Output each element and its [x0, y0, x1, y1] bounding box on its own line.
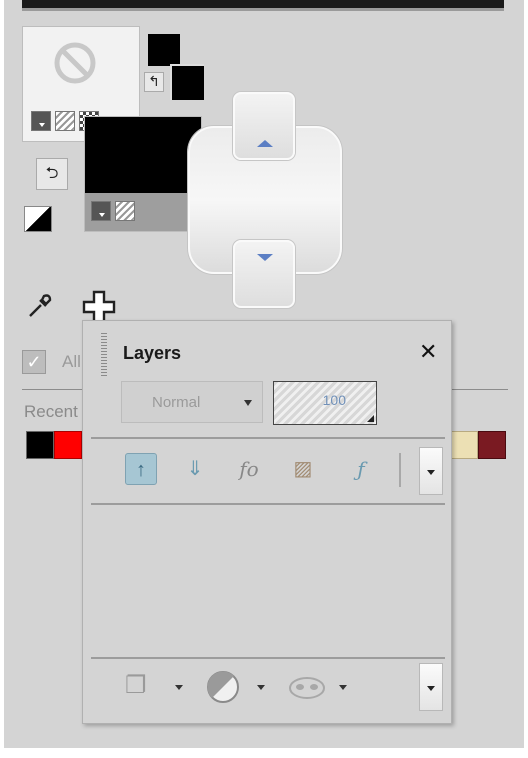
adjustment-layer-icon[interactable] [205, 669, 241, 705]
layers-list[interactable] [91, 507, 445, 653]
new-layer-dropdown-arrow[interactable] [175, 685, 183, 690]
top-border [22, 0, 504, 8]
bg-color-mode-button[interactable] [91, 201, 111, 221]
chevron-down-icon [244, 400, 252, 406]
resize-corner-icon [367, 415, 374, 422]
arrow-up-icon [257, 140, 273, 147]
blend-mode-value: Normal [152, 394, 201, 411]
mask-icon[interactable] [287, 675, 327, 701]
arrow-down-icon [257, 254, 273, 261]
mask-dropdown-arrow[interactable] [339, 685, 347, 690]
blend-mode-select[interactable]: Normal [121, 381, 263, 423]
background-material-swatch[interactable] [84, 116, 202, 232]
new-layer-icon[interactable]: ❐ [125, 671, 147, 700]
bg-gradient-mode-button[interactable] [115, 201, 135, 221]
toolbar-divider [399, 453, 401, 487]
fx-layer-icon[interactable]: ƒ [345, 453, 377, 485]
layer-toolbar-dropdown[interactable] [419, 447, 443, 495]
recent-colors-label: Recent [24, 402, 78, 421]
swap-materials-icon[interactable]: ⮌ [36, 158, 68, 190]
all-tools-checkbox[interactable]: ✓ [22, 350, 46, 374]
materials-separator [448, 389, 508, 390]
panel-grip-handle[interactable] [101, 333, 107, 377]
recent-color-swatch[interactable] [450, 431, 478, 459]
color-mode-button[interactable] [31, 111, 51, 131]
fx-icon[interactable]: fo [233, 453, 265, 485]
background-mode-buttons [91, 201, 135, 221]
recent-color-swatch[interactable] [54, 431, 82, 459]
background-color-small[interactable] [170, 64, 204, 100]
adjustment-layer-dropdown-arrow[interactable] [257, 685, 265, 690]
footer-dropdown[interactable] [419, 663, 443, 711]
dropper-icon[interactable] [26, 292, 54, 320]
layer-down-icon[interactable]: ⇓ [179, 453, 211, 485]
toolbar-separator [91, 437, 445, 439]
layers-panel: Layers ✕ Normal 100 ↑ ⇓ fo ▨ ƒ ❐ [82, 320, 452, 724]
foreground-color-small[interactable] [148, 34, 180, 66]
opacity-value: 100 [322, 392, 346, 408]
crosshair-icon[interactable] [82, 290, 116, 324]
layer-up-icon[interactable]: ↑ [125, 453, 157, 485]
recent-color-swatch[interactable] [478, 431, 506, 459]
list-separator [91, 503, 445, 505]
recent-color-swatch[interactable] [26, 431, 54, 459]
all-tools-label: All [62, 352, 81, 371]
background-color-fill [85, 117, 201, 193]
stepper-up-button[interactable] [233, 92, 295, 160]
reset-default-colors-icon[interactable] [24, 206, 52, 232]
paint-layer-icon[interactable]: ▨ [287, 453, 319, 485]
close-icon[interactable]: ✕ [419, 339, 437, 365]
footer-separator [91, 657, 445, 659]
no-texture-icon [54, 42, 96, 84]
top-border-shadow [22, 8, 504, 11]
panel-title: Layers [123, 343, 182, 363]
opacity-input[interactable]: 100 [273, 381, 377, 425]
swap-colors-icon[interactable]: ↰ [144, 72, 164, 92]
stepper-down-button[interactable] [233, 240, 295, 308]
gradient-mode-button[interactable] [55, 111, 75, 131]
materials-separator-left [22, 389, 84, 390]
